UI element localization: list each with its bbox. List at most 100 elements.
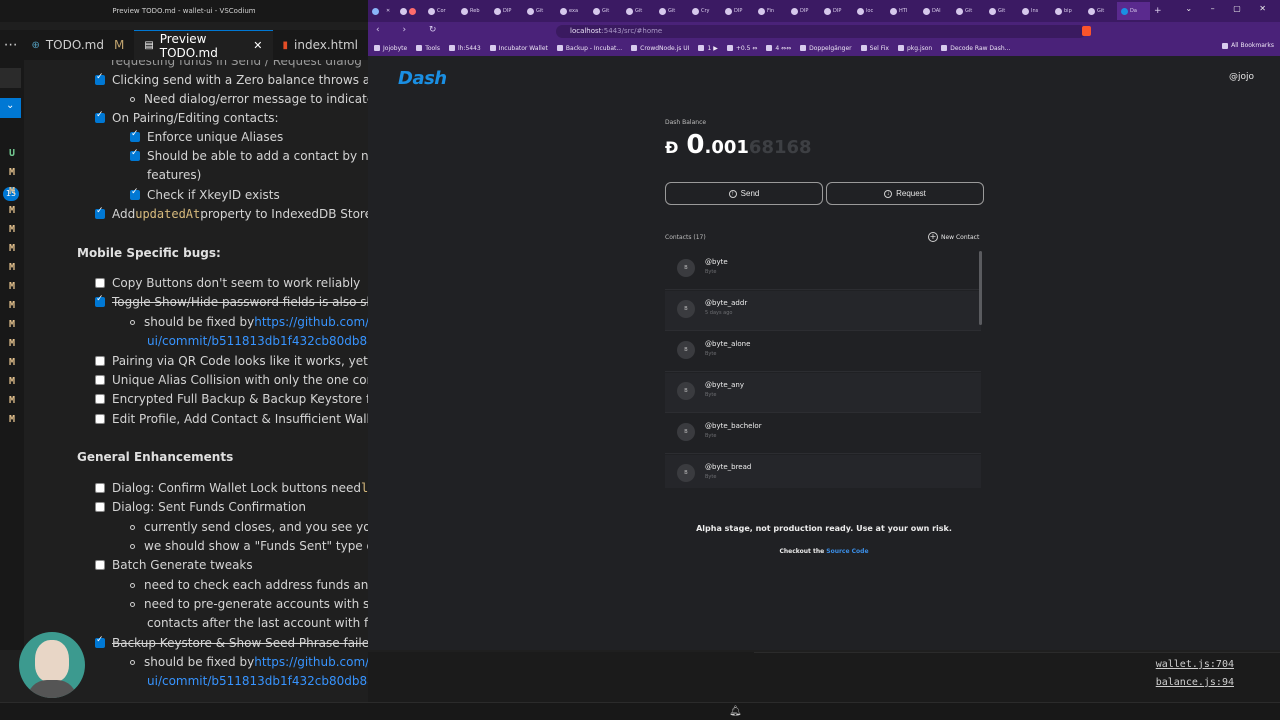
- folder-icon: [416, 45, 423, 51]
- contact-item[interactable]: B @byte Byte: [665, 250, 981, 290]
- checkbox-checked[interactable]: [95, 635, 105, 648]
- github-icon: [494, 7, 501, 15]
- checkbox-unchecked[interactable]: [95, 483, 105, 493]
- dash-logo[interactable]: Dash: [398, 68, 447, 89]
- todo-text: On Pairing/Editing contacts:: [112, 111, 279, 125]
- browser-tab[interactable]: Cry: [688, 2, 721, 20]
- bookmark[interactable]: Sel Fix: [860, 45, 889, 52]
- bookmark[interactable]: 1 ▶: [698, 45, 718, 52]
- checkbox-checked[interactable]: [130, 187, 140, 200]
- all-bookmarks[interactable]: All Bookmarks: [1222, 42, 1274, 49]
- browser-tab[interactable]: loc: [853, 2, 886, 20]
- browser-tab[interactable]: DIP: [490, 2, 523, 20]
- bullet-icon: [130, 96, 135, 102]
- pinned-tabs[interactable]: [396, 2, 424, 20]
- checkbox-unchecked[interactable]: [95, 375, 105, 385]
- checkbox-unchecked[interactable]: [95, 414, 105, 424]
- commit-link[interactable]: ui/commit/b511813db1f432cb80db8a3ffc5: [147, 334, 368, 348]
- browser-tab[interactable]: Fin: [754, 2, 787, 20]
- brave-shields-icon[interactable]: [1082, 26, 1091, 36]
- browser-tab[interactable]: bip: [1051, 2, 1084, 20]
- bookmark[interactable]: +0.5 ⇔: [726, 45, 757, 52]
- console-source-link[interactable]: balance.js:94: [1156, 677, 1234, 688]
- browser-tab[interactable]: DIP: [787, 2, 820, 20]
- commit-link[interactable]: https://github.com/d: [254, 315, 368, 329]
- checkbox-unchecked[interactable]: [95, 278, 105, 288]
- checkbox-unchecked[interactable]: [95, 356, 105, 366]
- panel-toggle[interactable]: [0, 68, 21, 88]
- window-controls[interactable]: ⌄ – ▢ ✕: [1185, 4, 1274, 13]
- bookmark[interactable]: 4 ⇔⇔: [766, 45, 791, 52]
- url-field[interactable]: localhost:5443/src/#home: [556, 25, 1086, 38]
- browser-tab[interactable]: DIP: [721, 2, 754, 20]
- browser-tab-active[interactable]: Da: [1117, 2, 1150, 20]
- close-icon[interactable]: ✕: [382, 2, 396, 20]
- contact-item[interactable]: B @byte_addr 5 days ago: [665, 291, 981, 331]
- bookmark-folder[interactable]: Tools: [416, 45, 440, 52]
- nav-buttons[interactable]: ‹ › ↻: [376, 25, 446, 35]
- checkbox-checked[interactable]: [95, 294, 105, 307]
- tab-index-html[interactable]: ▮ index.html: [273, 30, 369, 60]
- user-profile-link[interactable]: @jojo: [1229, 72, 1254, 82]
- browser-tab[interactable]: Git: [985, 2, 1018, 20]
- browser-tab[interactable]: exa: [556, 2, 589, 20]
- checkbox-unchecked[interactable]: [95, 394, 105, 404]
- browser-tab[interactable]: Git: [589, 2, 622, 20]
- new-contact-button[interactable]: + New Contact: [928, 232, 979, 242]
- browser-tab[interactable]: Git: [622, 2, 655, 20]
- todo-item: Should be able to add a contact by norm: [130, 148, 368, 163]
- chevron-down-icon: ⌄: [6, 100, 15, 111]
- browser-tab[interactable]: Ins: [1018, 2, 1051, 20]
- bookmark[interactable]: Incubator Wallet: [489, 45, 548, 52]
- checkbox-checked[interactable]: [130, 148, 140, 161]
- tab-preview-todo-md[interactable]: ▤ Preview TODO.md ✕: [134, 30, 273, 60]
- new-tab-button[interactable]: +: [1150, 2, 1166, 20]
- bookmark[interactable]: lh:5443: [448, 45, 481, 52]
- browser-tab[interactable]: Git: [655, 2, 688, 20]
- send-button[interactable]: ↑ Send: [665, 182, 823, 205]
- arrow-down-circle-icon: ↓: [884, 189, 893, 198]
- bookmark[interactable]: Jojobyte: [374, 45, 407, 52]
- list-text: should be fixed by: [144, 655, 255, 669]
- checkbox-checked[interactable]: [95, 72, 105, 85]
- browser-tab[interactable]: Cor: [424, 2, 457, 20]
- github-icon: [725, 7, 732, 15]
- browser-tab[interactable]: Git: [1084, 2, 1117, 20]
- checkbox-unchecked[interactable]: [95, 560, 105, 570]
- browser-tab[interactable]: DAI: [919, 2, 952, 20]
- bookmark[interactable]: Decode Raw Dash...: [941, 45, 1010, 52]
- checkbox-checked[interactable]: [95, 206, 105, 219]
- contact-item[interactable]: B @byte_bachelor Byte: [665, 414, 981, 454]
- contact-item[interactable]: B @byte_bread Byte: [665, 455, 981, 488]
- browser-tab[interactable]: Git: [523, 2, 556, 20]
- bookmark[interactable]: CrowdNode.js UI: [631, 45, 689, 52]
- bookmark[interactable]: Doppelgänger: [800, 45, 852, 52]
- browser-tab[interactable]: Reb: [457, 2, 490, 20]
- bookmark[interactable]: Backup - Incubat...: [556, 45, 622, 52]
- browser-menu-icon[interactable]: [368, 2, 382, 20]
- todo-text: Dialog: Confirm Wallet Lock buttons need: [112, 481, 362, 495]
- list-item: need to pre-generate accounts with som: [130, 597, 368, 611]
- tab-todo-md[interactable]: ⊕ TODO.md M: [21, 30, 134, 60]
- contacts-scrollbar[interactable]: [979, 251, 982, 325]
- browser-tab[interactable]: Git: [952, 2, 985, 20]
- contact-item[interactable]: B @byte_alone Byte: [665, 332, 981, 372]
- more-actions-icon[interactable]: ⋯: [0, 37, 21, 53]
- contact-item[interactable]: B @byte_any Byte: [665, 373, 981, 413]
- checkbox-unchecked[interactable]: [95, 502, 105, 512]
- close-icon[interactable]: ✕: [253, 39, 262, 52]
- request-button[interactable]: ↓ Request: [826, 182, 984, 205]
- bookmark[interactable]: pkg.json: [897, 45, 932, 52]
- browser-tab[interactable]: DIP: [820, 2, 853, 20]
- todo-item: Clicking send with a Zero balance throws…: [95, 72, 368, 87]
- checkbox-checked[interactable]: [95, 110, 105, 123]
- collapse-toggle[interactable]: ⌄: [0, 98, 21, 118]
- bell-icon[interactable]: 🔔︎: [729, 706, 742, 717]
- balance-decimal-faint: 68168: [748, 137, 812, 158]
- scm-status: M: [9, 300, 16, 311]
- scm-status: M: [9, 262, 16, 273]
- browser-tab[interactable]: HTI: [886, 2, 919, 20]
- console-source-link[interactable]: wallet.js:704: [1156, 659, 1234, 670]
- source-code-link[interactable]: Source Code: [826, 548, 868, 555]
- checkbox-checked[interactable]: [130, 129, 140, 142]
